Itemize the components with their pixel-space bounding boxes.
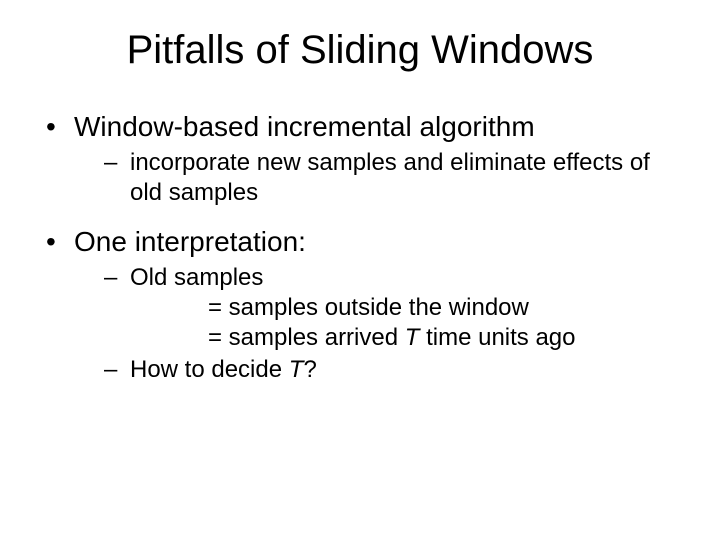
sub-list: incorporate new samples and eliminate ef… <box>74 148 680 208</box>
sub-cont: = samples outside the window <box>130 293 680 323</box>
sub-item: Old samples = samples outside the window… <box>74 263 680 353</box>
slide-title: Pitfalls of Sliding Windows <box>40 28 680 73</box>
cont-ital: T <box>405 324 420 351</box>
bullet-item: Window-based incremental algorithm incor… <box>40 109 680 208</box>
sub-post: ? <box>303 356 316 383</box>
sub-pre: How to decide <box>130 356 289 383</box>
slide: Pitfalls of Sliding Windows Window-based… <box>0 0 720 540</box>
cont-pre: = samples arrived <box>208 324 405 351</box>
bullet-item: One interpretation: Old samples = sample… <box>40 224 680 385</box>
sub-text: Old samples <box>130 264 263 291</box>
sub-ital: T <box>289 356 304 383</box>
bullet-text: Window-based incremental algorithm <box>74 111 535 142</box>
bullet-text: One interpretation: <box>74 226 306 257</box>
cont-post: time units ago <box>419 324 575 351</box>
sub-item: How to decide T? <box>74 355 680 385</box>
sub-cont: = samples arrived T time units ago <box>130 323 680 353</box>
sub-item: incorporate new samples and eliminate ef… <box>74 148 680 208</box>
bullet-list: Window-based incremental algorithm incor… <box>40 109 680 385</box>
sub-list: Old samples = samples outside the window… <box>74 263 680 385</box>
sub-text: incorporate new samples and eliminate ef… <box>130 149 650 206</box>
